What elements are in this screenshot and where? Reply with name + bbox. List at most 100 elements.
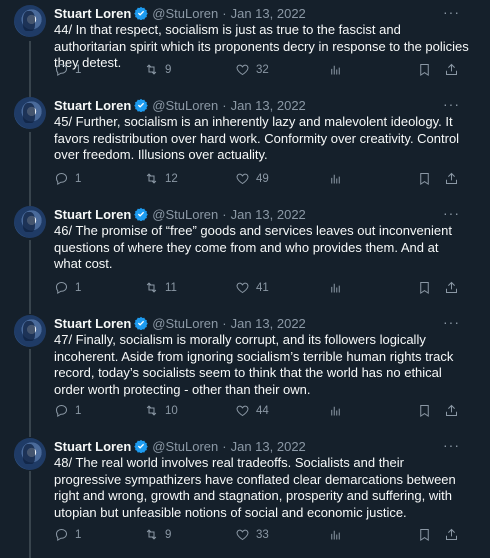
retweet-button[interactable]: 12: [144, 171, 178, 186]
verified-badge-icon: [134, 316, 148, 330]
tweet-date[interactable]: Jan 13, 2022: [231, 439, 306, 454]
analytics-button[interactable]: [328, 403, 349, 418]
tweet-date[interactable]: Jan 13, 2022: [231, 6, 306, 21]
more-options-button[interactable]: ···: [443, 4, 460, 20]
retweet-count: 11: [165, 281, 177, 294]
retweet-button[interactable]: 10: [144, 403, 178, 418]
retweet-icon: [144, 62, 159, 77]
bookmark-button[interactable]: [417, 527, 438, 542]
share-button[interactable]: [444, 403, 465, 418]
bookmark-button[interactable]: [417, 171, 438, 186]
like-count: 33: [256, 528, 269, 541]
thread-connector: [29, 41, 31, 99]
verified-badge-icon: [134, 207, 148, 221]
avatar[interactable]: [14, 97, 46, 129]
thread-connector: [29, 132, 31, 206]
separator: ·: [222, 315, 227, 331]
more-options-button[interactable]: ···: [443, 437, 460, 453]
more-options-button[interactable]: ···: [443, 96, 460, 112]
avatar[interactable]: [14, 438, 46, 470]
author-handle[interactable]: @StuLoren: [152, 439, 218, 454]
bookmark-icon: [417, 527, 432, 542]
retweet-count: 12: [165, 172, 178, 185]
like-button[interactable]: 49: [235, 171, 269, 186]
tweet-date[interactable]: Jan 13, 2022: [231, 207, 306, 222]
reply-icon: [54, 527, 69, 542]
reply-button[interactable]: 1: [54, 62, 81, 77]
reply-button[interactable]: 1: [54, 403, 81, 418]
verified-badge-icon: [134, 6, 148, 20]
bookmark-button[interactable]: [417, 403, 438, 418]
bookmark-icon: [417, 280, 432, 295]
verified-badge-icon: [134, 98, 148, 112]
retweet-icon: [144, 527, 159, 542]
analytics-icon: [328, 527, 343, 542]
bookmark-icon: [417, 403, 432, 418]
share-button[interactable]: [444, 171, 465, 186]
retweet-button[interactable]: 11: [144, 280, 177, 295]
tweet-actions: 1 9 32: [54, 62, 464, 80]
tweet-actions: 1 11 41: [54, 280, 464, 298]
tweet-date[interactable]: Jan 13, 2022: [231, 316, 306, 331]
retweet-icon: [144, 171, 159, 186]
reply-icon: [54, 62, 69, 77]
share-button[interactable]: [444, 527, 465, 542]
tweet-text: 46/ The promise of “free” goods and serv…: [54, 223, 452, 271]
reply-icon: [54, 171, 69, 186]
retweet-count: 10: [165, 404, 178, 417]
author-name[interactable]: Stuart Loren: [54, 98, 131, 113]
author-name[interactable]: Stuart Loren: [54, 207, 131, 222]
analytics-button[interactable]: [328, 280, 349, 295]
avatar[interactable]: [14, 315, 46, 347]
author-name[interactable]: Stuart Loren: [54, 316, 131, 331]
author-handle[interactable]: @StuLoren: [152, 98, 218, 113]
like-count: 41: [256, 281, 269, 294]
author-name[interactable]: Stuart Loren: [54, 6, 131, 21]
reply-count: 1: [75, 281, 82, 294]
author-name[interactable]: Stuart Loren: [54, 439, 131, 454]
retweet-button[interactable]: 9: [144, 527, 171, 542]
verified-badge-icon: [134, 439, 148, 453]
tweet-text: 47/ Finally, socialism is morally corrup…: [54, 332, 454, 397]
analytics-button[interactable]: [328, 527, 349, 542]
tweet-header: Stuart Loren @StuLoren · Jan 13, 2022: [54, 4, 306, 22]
reply-count: 1: [75, 172, 82, 185]
tweet-header: Stuart Loren @StuLoren · Jan 13, 2022: [54, 314, 306, 332]
tweet-text: 48/ The real world involves real tradeof…: [54, 455, 456, 520]
like-button[interactable]: 32: [235, 62, 269, 77]
like-button[interactable]: 44: [235, 403, 269, 418]
more-options-button[interactable]: ···: [443, 205, 460, 221]
reply-count: 1: [75, 404, 82, 417]
more-options-button[interactable]: ···: [443, 314, 460, 330]
avatar[interactable]: [14, 206, 46, 238]
retweet-button[interactable]: 9: [144, 62, 171, 77]
like-button[interactable]: 33: [235, 527, 269, 542]
heart-icon: [235, 280, 250, 295]
reply-count: 1: [75, 528, 82, 541]
author-handle[interactable]: @StuLoren: [152, 316, 218, 331]
author-handle[interactable]: @StuLoren: [152, 6, 218, 21]
reply-button[interactable]: 1: [54, 527, 81, 542]
analytics-button[interactable]: [328, 171, 349, 186]
retweet-icon: [144, 403, 159, 418]
bookmark-button[interactable]: [417, 280, 438, 295]
share-button[interactable]: [444, 62, 465, 77]
share-button[interactable]: [444, 280, 465, 295]
reply-count: 1: [75, 63, 82, 76]
share-icon: [444, 403, 459, 418]
author-handle[interactable]: @StuLoren: [152, 207, 218, 222]
reply-icon: [54, 403, 69, 418]
separator: ·: [222, 97, 227, 113]
reply-button[interactable]: 1: [54, 171, 81, 186]
avatar[interactable]: [14, 5, 46, 37]
like-button[interactable]: 41: [235, 280, 269, 295]
analytics-button[interactable]: [328, 62, 349, 77]
like-count: 44: [256, 404, 269, 417]
heart-icon: [235, 527, 250, 542]
separator: ·: [222, 438, 227, 454]
reply-button[interactable]: 1: [54, 280, 81, 295]
bookmark-button[interactable]: [417, 62, 438, 77]
bookmark-icon: [417, 62, 432, 77]
tweet-date[interactable]: Jan 13, 2022: [231, 98, 306, 113]
reply-icon: [54, 280, 69, 295]
